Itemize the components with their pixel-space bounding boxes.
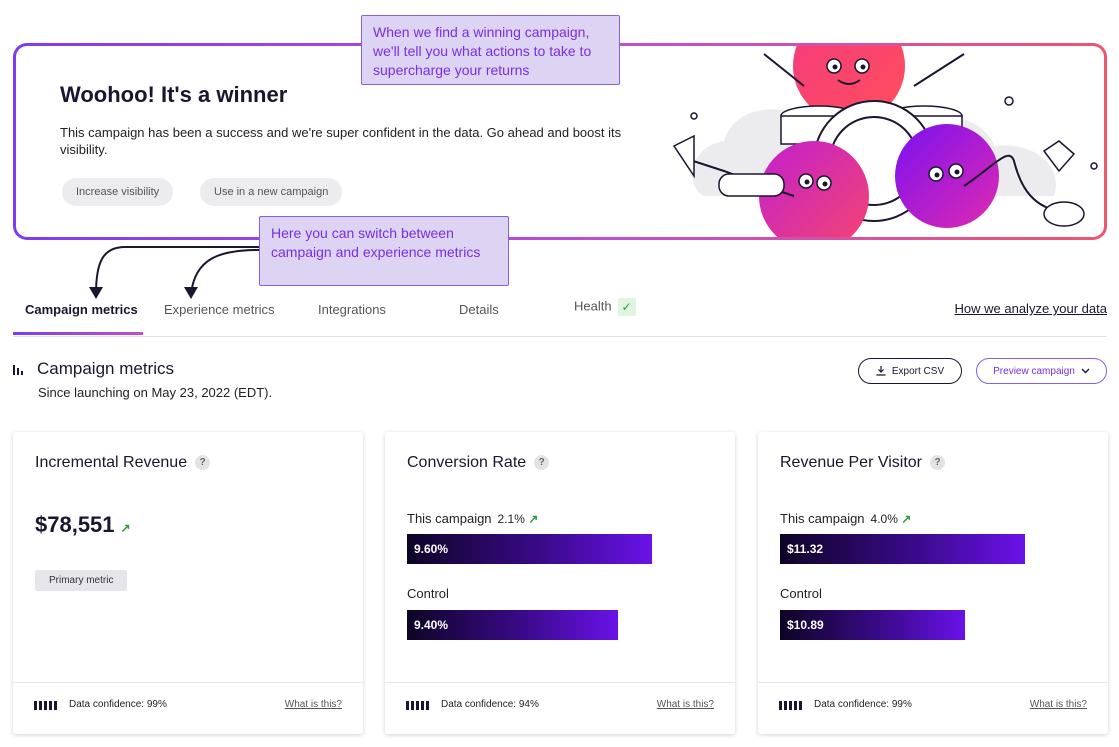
data-confidence: Data confidence: 99% (69, 699, 167, 710)
card-title: Incremental Revenue? (35, 454, 211, 472)
help-icon[interactable]: ? (195, 455, 211, 471)
metrics-tabs: Campaign metrics Experience metrics Inte… (13, 296, 1107, 337)
control-bar: 9.40% (407, 610, 618, 640)
how-we-analyze-link[interactable]: How we analyze your data (955, 301, 1107, 316)
active-tab-indicator (13, 332, 143, 335)
metric-value-text: $78,551 (35, 512, 115, 537)
data-confidence: Data confidence: 94% (441, 699, 539, 710)
section-subtitle: Since launching on May 23, 2022 (EDT). (38, 385, 273, 400)
chevron-down-icon (1081, 368, 1090, 374)
tab-integrations[interactable]: Integrations (318, 302, 386, 317)
what-is-this-link[interactable]: What is this? (285, 699, 342, 710)
campaign-row-label: This campaign 4.0% ↗ (780, 511, 911, 526)
control-bar: $10.89 (780, 610, 965, 640)
campaign-label: This campaign (780, 511, 865, 526)
data-confidence: Data confidence: 99% (814, 699, 912, 710)
metric-value: $78,551 ↗ (35, 512, 131, 538)
card-title-text: Revenue Per Visitor (780, 454, 922, 471)
trend-up-icon: ↗ (901, 512, 912, 526)
metrics-switch-callout: Here you can switch between campaign and… (259, 216, 509, 286)
what-is-this-link[interactable]: What is this? (1030, 699, 1087, 710)
confidence-bars-icon (34, 701, 57, 710)
conversion-rate-card: Conversion Rate? This campaign 2.1% ↗ 9.6… (385, 432, 735, 734)
export-csv-label: Export CSV (891, 365, 945, 377)
banner-title: Woohoo! It's a winner (60, 82, 288, 107)
card-title-text: Incremental Revenue (35, 454, 188, 471)
banner-text: This campaign has been a success and we'… (60, 125, 622, 157)
check-icon: ✓ (617, 298, 636, 316)
arrow-to-experience-metrics (190, 249, 260, 295)
tab-health[interactable]: Health ✓ (574, 298, 636, 316)
tab-experience-metrics[interactable]: Experience metrics (164, 302, 275, 317)
control-label: Control (780, 586, 822, 601)
arrow-to-campaign-metrics (95, 246, 259, 295)
confidence-bars-icon (779, 701, 802, 710)
revenue-per-visitor-card: Revenue Per Visitor? This campaign 4.0% ↗… (758, 432, 1108, 734)
campaign-delta-text: 2.1% (497, 512, 525, 526)
trend-up-icon: ↗ (528, 512, 539, 526)
campaign-delta: 4.0% ↗ (871, 512, 912, 526)
tab-health-label: Health (574, 298, 612, 314)
incremental-revenue-card: Incremental Revenue? $78,551 ↗ Primary me… (13, 432, 363, 734)
primary-metric-badge: Primary metric (35, 570, 128, 591)
use-in-new-campaign-button[interactable]: Use in a new campaign (200, 178, 343, 206)
help-icon[interactable]: ? (930, 455, 945, 471)
winning-campaign-callout: When we find a winning campaign, we'll t… (361, 15, 620, 85)
campaign-bar: $11.32 (780, 534, 1025, 564)
tab-details[interactable]: Details (459, 302, 499, 317)
what-is-this-link[interactable]: What is this? (657, 699, 714, 710)
control-label: Control (407, 586, 449, 601)
band-illustration (672, 46, 1098, 237)
export-csv-button[interactable]: Export CSV (858, 358, 962, 384)
card-title: Revenue Per Visitor? (780, 454, 945, 472)
preview-campaign-label: Preview campaign (993, 365, 1075, 377)
confidence-bars-icon (406, 701, 429, 710)
campaign-label: This campaign (407, 511, 492, 526)
card-title: Conversion Rate? (407, 454, 550, 472)
preview-campaign-button[interactable]: Preview campaign (976, 358, 1107, 384)
campaign-delta-text: 4.0% (870, 512, 898, 526)
card-footer: Data confidence: 94% What is this? (385, 682, 735, 734)
card-footer: Data confidence: 99% What is this? (758, 682, 1108, 734)
campaign-delta: 2.1% ↗ (498, 512, 539, 526)
section-title: Campaign metrics (37, 359, 174, 378)
card-title-text: Conversion Rate (407, 454, 527, 471)
campaign-row-label: This campaign 2.1% ↗ (407, 511, 538, 526)
increase-visibility-button[interactable]: Increase visibility (62, 178, 174, 206)
help-icon[interactable]: ? (534, 455, 550, 471)
trend-up-icon: ↗ (120, 521, 131, 535)
card-footer: Data confidence: 99% What is this? (13, 682, 363, 734)
campaign-bar: 9.60% (407, 534, 652, 564)
tab-campaign-metrics[interactable]: Campaign metrics (25, 302, 138, 317)
bar-chart-icon (13, 365, 23, 375)
download-icon (876, 366, 886, 376)
